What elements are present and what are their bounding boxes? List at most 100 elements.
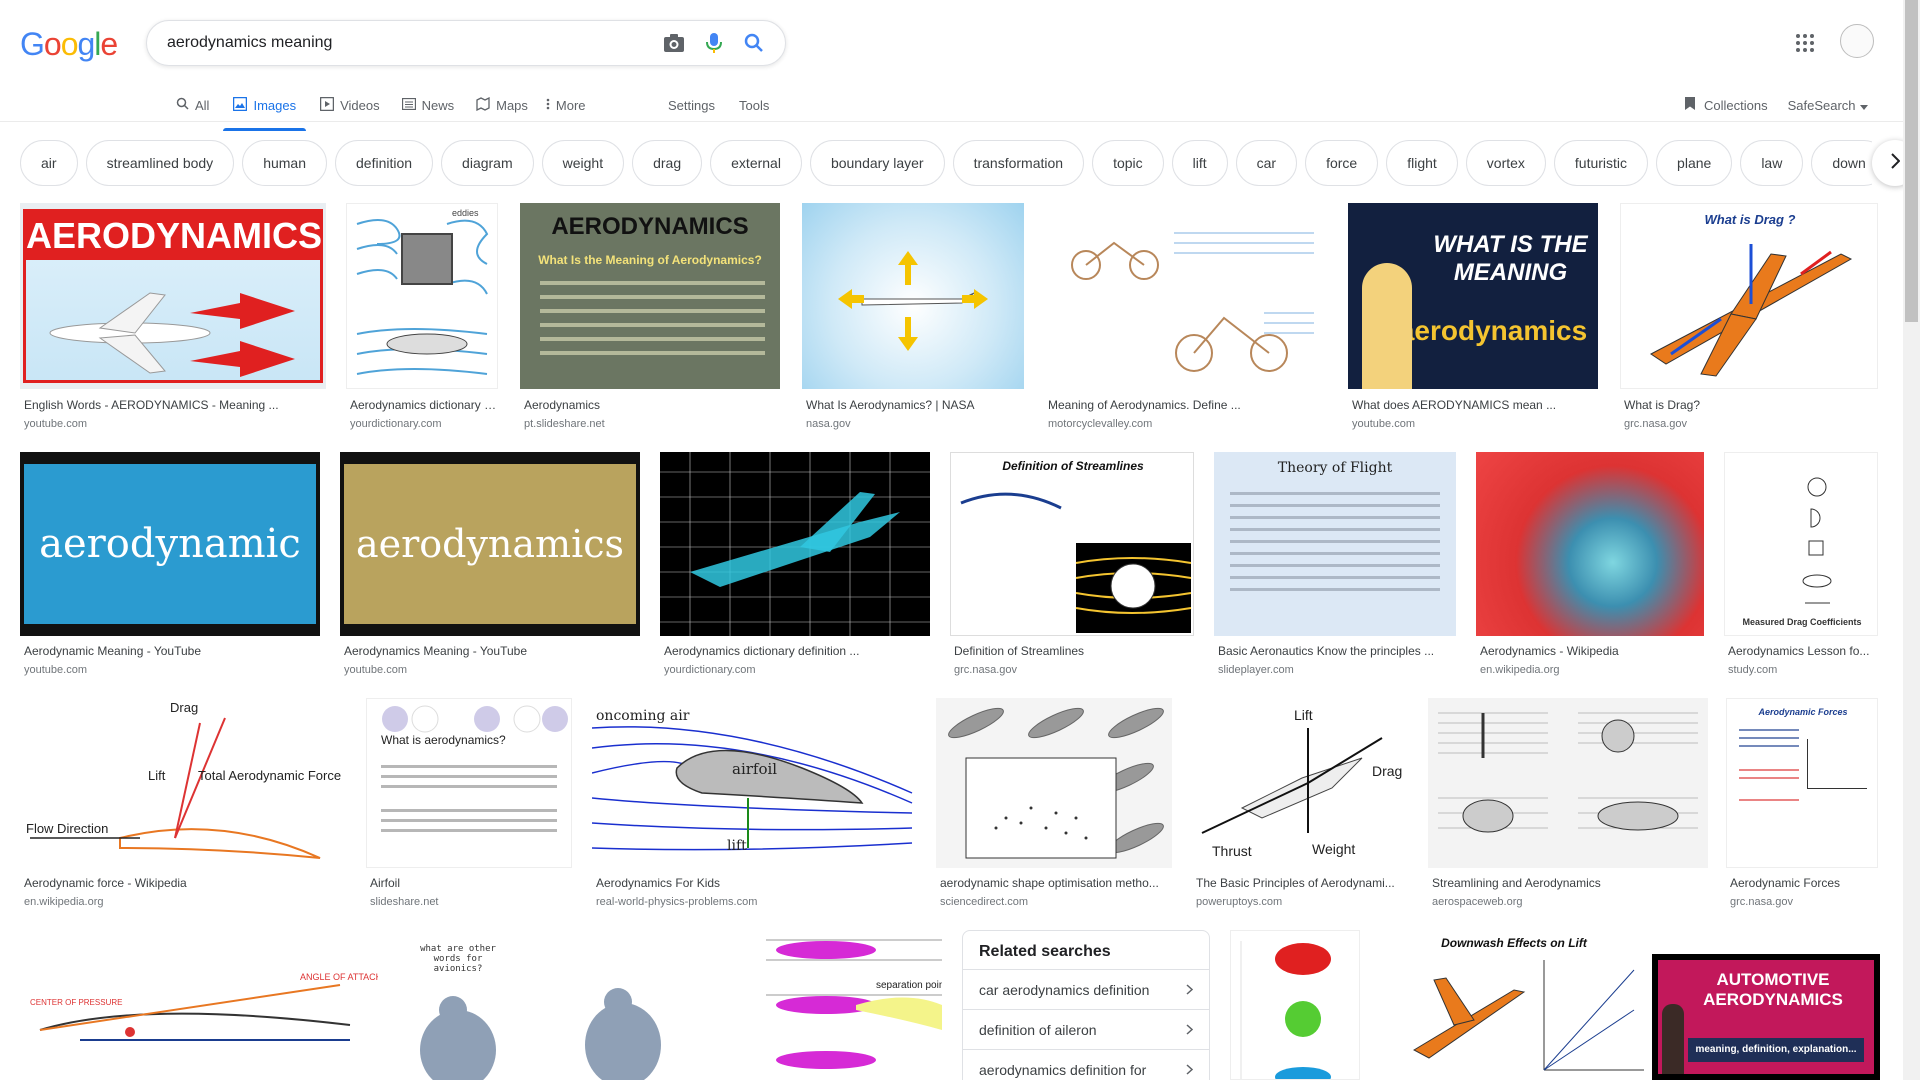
chip[interactable]: boundary layer <box>809 140 945 186</box>
related-search-item[interactable]: definition of aileron <box>963 1009 1209 1049</box>
chip[interactable]: law <box>1740 140 1804 186</box>
result-source: poweruptoys.com <box>1196 896 1283 908</box>
tab-label: Maps <box>496 97 528 113</box>
image-result[interactable]: aerodynamic Aerodynamic Meaning - YouTub… <box>20 452 320 682</box>
chip[interactable]: external <box>710 140 802 186</box>
microphone-icon[interactable] <box>703 32 725 54</box>
result-thumbnail: aerodynamic <box>20 452 320 636</box>
chip[interactable]: definition <box>335 140 434 186</box>
tab-videos[interactable]: Videos <box>310 88 390 122</box>
related-search-item[interactable]: aerodynamics definition for <box>963 1049 1209 1080</box>
image-result[interactable]: Aerodynamics - Wikipedia en.wikipedia.or… <box>1476 452 1704 682</box>
image-result[interactable]: Lift Drag Thrust Weight The Basic Principle… <box>1192 698 1408 918</box>
image-result[interactable]: What is Drag ? What is Drag? grc.nasa.go… <box>1620 203 1878 433</box>
result-source: real-world-physics-problems.com <box>596 896 758 908</box>
result-thumbnail <box>936 698 1172 868</box>
result-source: en.wikipedia.org <box>24 896 104 908</box>
tab-images[interactable]: Images <box>223 88 306 131</box>
image-result[interactable]: CENTER OF PRESSURE ANGLE OF ATTACK <box>20 930 378 1080</box>
image-result[interactable]: Aerodynamic Forces Aerodynamic Forces gr… <box>1726 698 1878 918</box>
image-result[interactable]: what are other words for avionics? <box>398 930 688 1080</box>
result-thumbnail: Measured Drag Coefficients <box>1724 452 1878 636</box>
chip[interactable]: streamlined body <box>85 140 235 186</box>
collections-button[interactable]: Collections <box>1684 96 1768 114</box>
result-thumbnail: What is Drag ? <box>1620 203 1878 389</box>
avatar[interactable] <box>1840 24 1874 58</box>
chip[interactable]: diagram <box>441 140 534 186</box>
chip[interactable]: weight <box>541 140 625 186</box>
result-caption: English Words - AERODYNAMICS - Meaning .… <box>24 398 279 412</box>
image-result[interactable]: Meaning of Aerodynamics. Define ... moto… <box>1044 203 1324 433</box>
image-result[interactable]: aerodynamics Aerodynamics Meaning - YouT… <box>340 452 640 682</box>
page-scrollbar-thumb[interactable] <box>1905 0 1918 322</box>
chip[interactable]: lift <box>1171 140 1228 186</box>
chip[interactable]: transformation <box>952 140 1085 186</box>
image-result[interactable]: Aerodynamics dictionary definition ... y… <box>660 452 930 682</box>
result-caption: The Basic Principles of Aerodynami... <box>1196 876 1395 890</box>
result-source: sciencedirect.com <box>940 896 1029 908</box>
result-source: youtube.com <box>1352 418 1415 430</box>
tab-news[interactable]: News <box>392 88 465 122</box>
image-result[interactable]: separation point <box>706 930 942 1080</box>
image-result[interactable]: WHAT IS THE MEANING aerodynamics What do… <box>1348 203 1598 433</box>
related-searches-panel: Related searches car aerodynamics defini… <box>962 930 1210 1080</box>
chip[interactable]: plane <box>1656 140 1733 186</box>
result-caption: aerodynamic shape optimisation metho... <box>940 876 1159 890</box>
safesearch-button[interactable]: SafeSearch <box>1788 98 1868 113</box>
thumb-title: Definition of Streamlines <box>1002 459 1144 473</box>
result-caption: Aerodynamics dictionary definition ... <box>664 644 860 658</box>
camera-icon[interactable] <box>663 32 685 54</box>
image-result[interactable]: aerodynamic shape optimisation metho... … <box>936 698 1172 918</box>
search-input[interactable] <box>167 34 645 52</box>
tab-more[interactable]: More <box>536 88 596 122</box>
image-result[interactable]: Downwash Effects on Lift <box>1394 930 1648 1080</box>
settings-link[interactable]: Settings <box>668 88 715 122</box>
thumb-label: separation point <box>876 980 942 991</box>
result-thumbnail: AERODYNAMICS What Is the Meaning of Aero… <box>520 203 780 389</box>
image-result[interactable]: eddies Aerodynamics dictionary definitio… <box>346 203 498 433</box>
image-icon <box>233 96 248 114</box>
image-result[interactable]: What is aerodynamics? Airfoil slideshare… <box>366 698 572 918</box>
svg-text:lift: lift <box>727 838 747 854</box>
image-result[interactable]: What Is Aerodynamics? | NASA nasa.gov <box>802 203 1024 433</box>
related-search-item[interactable]: car aerodynamics definition <box>963 969 1209 1009</box>
image-result[interactable]: Drag Lift Flow Direction Total Aerodynamic … <box>20 698 346 918</box>
image-result[interactable]: Streamlining and Aerodynamics aerospacew… <box>1428 698 1708 918</box>
chip[interactable]: drag <box>632 140 703 186</box>
chip[interactable]: vortex <box>1465 140 1546 186</box>
tab-label: Videos <box>340 97 380 113</box>
image-result[interactable]: Definition of Streamlines Definition of … <box>950 452 1194 682</box>
chip[interactable]: force <box>1305 140 1379 186</box>
svg-text:Drag: Drag <box>1372 763 1402 779</box>
image-result[interactable]: AUTOMOTIVE AERODYNAMICS meaning, definit… <box>1652 954 1880 1080</box>
svg-text:CENTER OF PRESSURE: CENTER OF PRESSURE <box>30 998 122 1007</box>
image-result[interactable]: oncoming air airfoil lift Aerodynamics For… <box>592 698 916 918</box>
image-result[interactable]: Measured Drag Coefficients Aerodynamics … <box>1724 452 1878 682</box>
thumb-title: Theory of Flight <box>1277 460 1393 476</box>
apps-grid-icon[interactable] <box>1796 34 1814 52</box>
thumb-label: Total Aerodynamic Force <box>198 768 341 783</box>
result-source: grc.nasa.gov <box>954 664 1017 676</box>
google-logo[interactable]: Google <box>20 26 118 63</box>
related-searches-title: Related searches <box>979 943 1111 960</box>
tab-all[interactable]: All <box>166 88 219 122</box>
chip[interactable]: down <box>1811 140 1872 186</box>
chip[interactable]: human <box>242 140 327 186</box>
image-result[interactable]: AERODYNAMICS What Is the Meaning of Aero… <box>520 203 780 433</box>
related-search-label: aerodynamics definition for <box>979 1061 1147 1078</box>
svg-text:Lift: Lift <box>148 768 166 783</box>
right-tools: Collections SafeSearch <box>1684 88 1868 122</box>
chip[interactable]: topic <box>1092 140 1164 186</box>
result-source: slideshare.net <box>370 896 439 908</box>
chip[interactable]: futuristic <box>1553 140 1649 186</box>
image-result[interactable]: Theory of Flight Basic Aeronautics Know … <box>1214 452 1456 682</box>
tab-maps[interactable]: Maps <box>466 88 538 122</box>
image-result[interactable] <box>1230 930 1360 1080</box>
chip[interactable]: car <box>1235 140 1298 186</box>
chip[interactable]: air <box>20 140 78 186</box>
image-result[interactable]: AERODYNAMICS English Words - AERODYNAMIC… <box>20 203 326 433</box>
search-icon[interactable] <box>743 32 765 54</box>
play-icon <box>319 96 335 114</box>
chip[interactable]: flight <box>1386 140 1458 186</box>
tools-link[interactable]: Tools <box>739 88 769 122</box>
